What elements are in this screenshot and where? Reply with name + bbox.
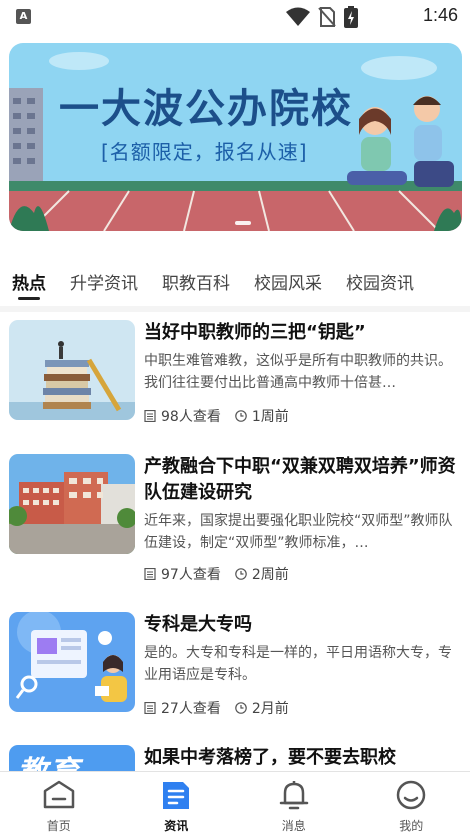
nav-news[interactable]: 资讯 <box>118 772 236 837</box>
article-meta: 98人查看 1周前 <box>144 406 303 426</box>
clock-icon <box>235 410 247 422</box>
tabs-divider <box>0 306 470 312</box>
article-summary: 中职生难管难教，这似乎是所有中职教师的共识。我们往往要付出比普通高中教师十倍甚… <box>144 353 452 391</box>
article-item[interactable]: 当好中职教师的三把“钥匙” 中职生难管难教，这似乎是所有中职教师的共识。我们往往… <box>0 320 470 430</box>
tab-campus-news[interactable]: 校园资讯 <box>346 269 414 300</box>
status-bar: A 1:46 <box>0 0 470 34</box>
article-item[interactable]: 产教融合下中职“双兼双聘双培养”师资队伍建设研究 近年来，国家提出要强化职业院校… <box>0 454 470 584</box>
tab-campus-style[interactable]: 校园风采 <box>254 269 322 300</box>
bell-icon <box>279 781 308 810</box>
banner-subtitle: [名额限定，报名从速] <box>101 140 308 164</box>
document-icon <box>144 702 156 714</box>
article-item[interactable]: 教育 如果中考落榜了，要不要去职校 <box>0 745 470 771</box>
document-icon <box>144 568 156 580</box>
battery-icon <box>344 6 358 28</box>
article-views: 98人查看 <box>161 409 221 425</box>
status-time: 1:46 <box>422 5 458 25</box>
home-icon <box>43 780 74 809</box>
article-title: 当好中职教师的三把“钥匙” <box>144 322 366 343</box>
books-image <box>9 320 135 420</box>
article-summary: 近年来，国家提出要强化职业院校“双师型”教师队伍建设，制定“双师型”教师标准，… <box>144 513 453 551</box>
banner-page-indicator <box>235 221 251 225</box>
article-title: 产教融合下中职“双兼双聘双培养”师资队伍建设研究 <box>144 456 456 503</box>
article-thumbnail <box>9 320 135 420</box>
article-summary: 是的。大专和专科是一样的，平日用语称大专，专业用语应是专科。 <box>144 645 452 683</box>
tab-admission-news[interactable]: 升学资讯 <box>70 269 138 300</box>
article-time: 1周前 <box>251 409 289 425</box>
nav-messages[interactable]: 消息 <box>235 772 353 837</box>
article-views: 97人查看 <box>161 567 221 583</box>
article-views: 27人查看 <box>161 701 221 717</box>
news-icon <box>163 782 190 809</box>
document-icon <box>144 410 156 422</box>
category-tabs: 热点 升学资讯 职教百科 校园风采 校园资讯 <box>0 262 470 306</box>
nav-profile[interactable]: 我的 <box>353 772 470 837</box>
profile-icon <box>397 780 426 810</box>
article-thumbnail <box>9 612 135 712</box>
tab-vocational-wiki[interactable]: 职教百科 <box>162 269 230 300</box>
nav-profile-label: 我的 <box>399 819 424 833</box>
article-time: 2月前 <box>251 701 289 717</box>
thumbnail-text: 教育 <box>17 747 81 771</box>
clock-icon <box>235 568 247 580</box>
tab-hot[interactable]: 热点 <box>12 269 46 300</box>
notification-badge-icon: A <box>16 9 31 24</box>
article-time: 2周前 <box>251 567 289 583</box>
article-title: 专科是大专吗 <box>144 614 252 635</box>
nav-messages-label: 消息 <box>281 819 306 833</box>
article-meta: 27人查看 2月前 <box>144 698 303 718</box>
article-item[interactable]: 专科是大专吗 是的。大专和专科是一样的，平日用语称大专，专业用语应是专科。 27… <box>0 612 470 722</box>
study-illustration-image <box>9 612 135 712</box>
promo-banner[interactable]: 一大波公办院校 [名额限定，报名从速] <box>9 43 462 231</box>
nav-news-label: 资讯 <box>164 819 189 833</box>
nav-home-label: 首页 <box>46 819 71 833</box>
article-thumbnail <box>9 454 135 554</box>
article-meta: 97人查看 2周前 <box>144 564 303 584</box>
school-building-image <box>9 454 135 554</box>
no-sim-icon <box>318 7 336 27</box>
article-thumbnail: 教育 <box>9 745 135 771</box>
status-icons <box>286 6 358 28</box>
clock-icon <box>235 702 247 714</box>
banner-title: 一大波公办院校 <box>59 86 353 132</box>
article-title: 如果中考落榜了，要不要去职校 <box>144 747 396 768</box>
wifi-icon <box>286 7 310 26</box>
bottom-navigation: 首页 资讯 消息 我的 <box>0 771 470 837</box>
nav-home[interactable]: 首页 <box>0 772 118 837</box>
